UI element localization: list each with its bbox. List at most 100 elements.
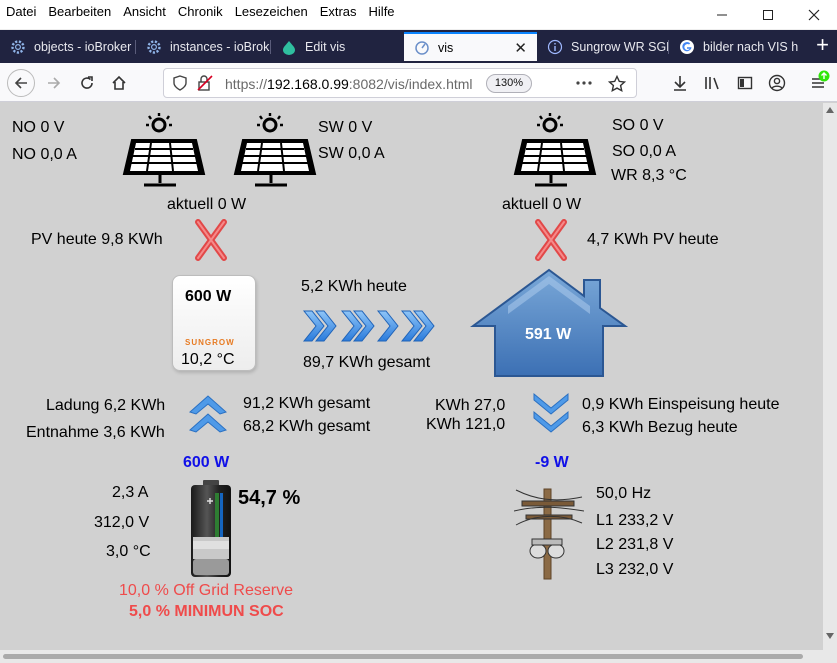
vis-gauge-icon — [414, 40, 430, 56]
minimize-button[interactable] — [699, 0, 745, 30]
inverter-temp: 10,2 °C — [181, 351, 235, 368]
close-tab-icon[interactable]: ✕ — [514, 39, 527, 57]
house-icon — [470, 268, 628, 377]
pv-left-today: PV heute 9,8 KWh — [31, 231, 163, 248]
menu-chronik[interactable]: Chronik — [178, 4, 223, 19]
grid-feed-today: 0,9 KWh Einspeisung heute — [582, 396, 780, 413]
tab-bilder[interactable]: bilder nach VIS h — [669, 32, 801, 61]
google-icon — [679, 39, 695, 55]
iobroker-gear-icon — [146, 39, 162, 55]
forward-button[interactable] — [40, 69, 68, 97]
nav-bar: https://192.168.0.99:8082/vis/index.html… — [0, 63, 837, 102]
pv-right-today: 4,7 KWh PV heute — [587, 231, 719, 248]
power-pole-icon — [514, 488, 584, 580]
battery-soc: 54,7 % — [238, 487, 301, 509]
tab-vis[interactable]: vis ✕ — [404, 32, 537, 61]
account-button[interactable] — [763, 69, 791, 97]
tab-objects[interactable]: objects - ioBroker — [0, 32, 135, 61]
horizontal-scrollbar[interactable] — [0, 650, 823, 663]
battery-offgrid-reserve: 10,0 % Off Grid Reserve — [119, 582, 293, 599]
battery-temp: 3,0 °C — [106, 543, 151, 560]
battery-up-arrows-icon — [189, 395, 227, 433]
update-badge-icon — [818, 69, 830, 87]
new-tab-button[interactable]: + — [816, 34, 829, 56]
menu-datei[interactable]: Datei — [6, 4, 36, 19]
iobroker-gear-icon — [10, 39, 26, 55]
tab-label: Edit vis — [305, 39, 346, 54]
solar-panel-icon — [233, 113, 317, 187]
pv-so-current: SO 0,0 A — [612, 143, 677, 160]
battery-charge-today: Ladung 6,2 KWh — [46, 397, 166, 414]
house-power: 591 W — [525, 326, 572, 343]
pv-right-current: aktuell 0 W — [502, 196, 582, 213]
page-actions-icon[interactable] — [575, 75, 593, 96]
inverter-total: 89,7 KWh gesamt — [303, 354, 431, 371]
grid-frequency: 50,0 Hz — [596, 485, 652, 502]
tab-label: Sungrow WR SGH — [571, 39, 668, 54]
flow-right-arrows-icon — [302, 310, 435, 342]
home-button[interactable] — [105, 69, 133, 97]
reload-button[interactable] — [73, 69, 101, 97]
battery-charge-total: 91,2 KWh gesamt — [243, 395, 371, 412]
battery-discharge-today: Entnahme 3,6 KWh — [26, 424, 165, 441]
menu-hilfe[interactable]: Hilfe — [369, 4, 395, 19]
grid-draw-today: 6,3 KWh Bezug heute — [582, 419, 738, 436]
app-menu-button[interactable] — [804, 69, 832, 97]
battery-icon — [191, 480, 231, 577]
grid-l3-voltage: L3 232,0 V — [596, 561, 674, 578]
tab-label: bilder nach VIS h — [703, 39, 799, 54]
url-text[interactable]: https://192.168.0.99:8082/vis/index.html — [225, 76, 473, 92]
maximize-button[interactable] — [745, 0, 791, 30]
pv-so-voltage: SO 0 V — [612, 117, 664, 134]
back-button[interactable] — [7, 69, 35, 97]
tab-label: vis — [438, 40, 454, 55]
scrollbar-corner — [823, 650, 837, 663]
pv-no-current: NO 0,0 A — [12, 146, 77, 163]
pv-no-voltage: NO 0 V — [12, 119, 65, 136]
grid-draw-total: KWh 121,0 — [426, 416, 506, 433]
menu-lesezeichen[interactable]: Lesezeichen — [235, 4, 308, 19]
tab-label: instances - ioBrok — [170, 39, 270, 54]
battery-minimum-soc: 5,0 % MINIMUN SOC — [129, 603, 284, 620]
battery-current: 2,3 A — [112, 484, 149, 501]
zoom-indicator[interactable]: 130% — [486, 74, 532, 93]
grid-l2-voltage: L2 231,8 V — [596, 536, 674, 553]
pv-left-current: aktuell 0 W — [167, 196, 247, 213]
tab-edit-vis[interactable]: Edit vis — [271, 32, 404, 61]
tab-instances[interactable]: instances - ioBrok — [136, 32, 270, 61]
sidebar-button[interactable] — [731, 69, 759, 97]
pv-sw-voltage: SW 0 V — [318, 119, 373, 136]
inverter-brand: SUNGROW — [185, 338, 235, 347]
grid-l1-voltage: L1 233,2 V — [596, 512, 674, 529]
pv-sw-current: SW 0,0 A — [318, 145, 385, 162]
inverter-today: 5,2 KWh heute — [301, 278, 407, 295]
tab-sungrow[interactable]: Sungrow WR SGH — [537, 32, 668, 61]
menu-ansicht[interactable]: Ansicht — [123, 4, 166, 19]
menu-bearbeiten[interactable]: Bearbeiten — [48, 4, 111, 19]
inverter-power: 600 W — [185, 288, 232, 305]
library-button[interactable] — [699, 69, 727, 97]
bookmark-star-icon[interactable] — [607, 74, 627, 98]
scrollbar-thumb[interactable] — [3, 654, 803, 659]
pv-right-inactive-icon — [535, 219, 567, 261]
battery-voltage: 312,0 V — [94, 514, 150, 531]
vis-drop-icon — [281, 39, 297, 55]
tab-label: objects - ioBroker — [34, 39, 132, 54]
downloads-button[interactable] — [666, 69, 694, 97]
insecure-lock-icon[interactable] — [197, 75, 213, 96]
shield-icon[interactable] — [173, 75, 187, 96]
menu-extras[interactable]: Extras — [320, 4, 357, 19]
battery-discharge-total: 68,2 KWh gesamt — [243, 418, 371, 435]
solar-panel-icon — [122, 113, 206, 187]
info-icon — [547, 39, 563, 55]
vertical-scrollbar[interactable] — [823, 103, 837, 650]
menu-bar: Datei Bearbeiten Ansicht Chronik Lesezei… — [6, 4, 407, 19]
inverter-temp-wr: WR 8,3 °C — [611, 167, 687, 184]
close-window-button[interactable] — [791, 0, 837, 30]
url-bar[interactable]: https://192.168.0.99:8082/vis/index.html… — [163, 68, 637, 98]
pv-left-inactive-icon — [195, 219, 227, 261]
tab-bar: objects - ioBroker instances - ioBrok Ed… — [0, 30, 837, 63]
grid-power: -9 W — [535, 454, 569, 471]
grid-feed-total: KWh 27,0 — [435, 397, 506, 414]
grid-down-arrows-icon — [533, 392, 569, 433]
